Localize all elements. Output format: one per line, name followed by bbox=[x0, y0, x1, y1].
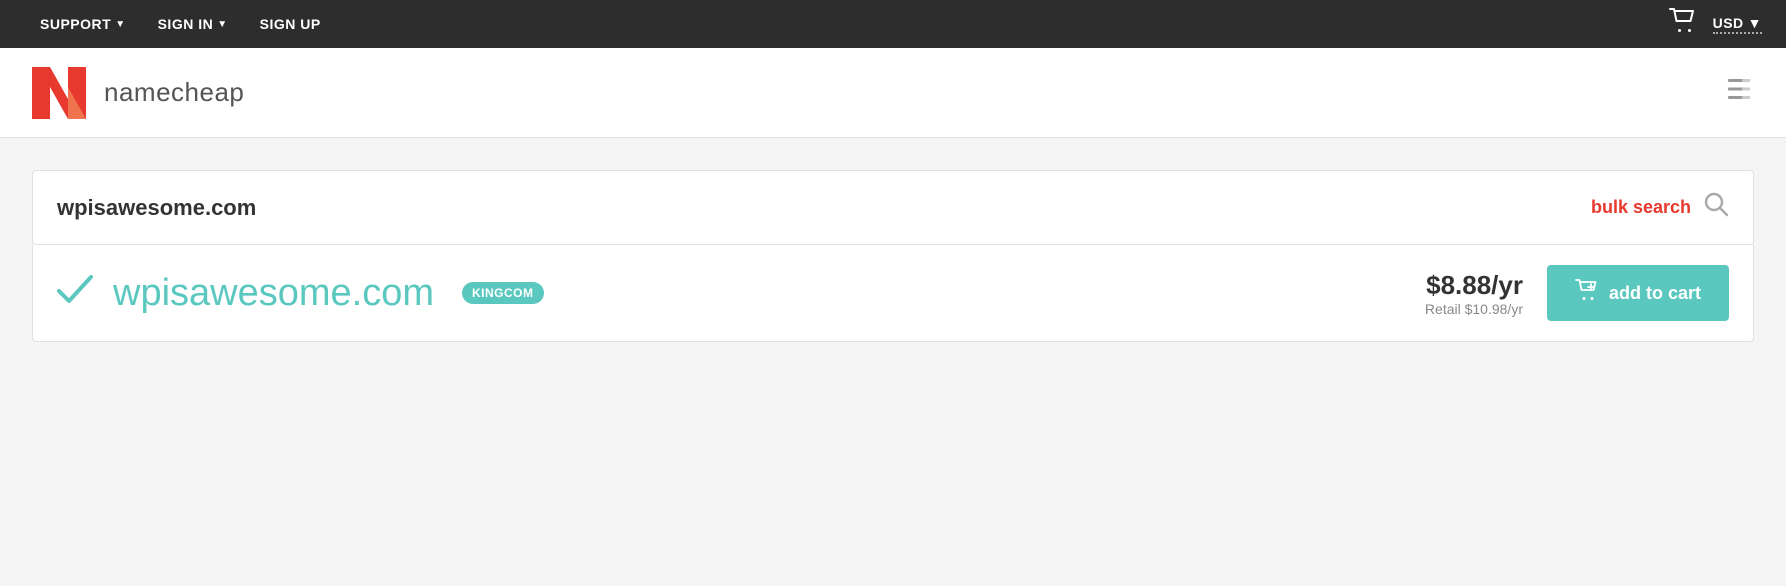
top-nav-left: SUPPORT ▼ SIGN IN ▼ SIGN UP bbox=[24, 16, 337, 32]
support-chevron-icon: ▼ bbox=[115, 19, 125, 30]
result-left: wpisawesome.com KINGCOM bbox=[57, 272, 544, 315]
result-row: wpisawesome.com KINGCOM $8.88/yr Retail … bbox=[32, 245, 1754, 342]
cart-btn-icon bbox=[1575, 279, 1599, 307]
add-to-cart-label: add to cart bbox=[1609, 283, 1701, 304]
kingcom-badge: KINGCOM bbox=[462, 282, 544, 304]
top-nav-right: USD ▼ bbox=[1669, 8, 1762, 40]
signup-label: SIGN UP bbox=[260, 16, 321, 32]
signin-label: SIGN IN bbox=[158, 16, 214, 32]
cart-icon[interactable] bbox=[1669, 8, 1697, 40]
logo-icon bbox=[32, 67, 92, 119]
signup-nav-item[interactable]: SIGN UP bbox=[244, 16, 337, 32]
search-icon-button[interactable] bbox=[1703, 191, 1729, 224]
search-domain-text: wpisawesome.com bbox=[57, 195, 256, 221]
support-label: SUPPORT bbox=[40, 16, 111, 32]
currency-selector[interactable]: USD ▼ bbox=[1713, 15, 1762, 34]
currency-chevron-icon: ▼ bbox=[1748, 15, 1762, 31]
site-header: namecheap bbox=[0, 48, 1786, 138]
result-right: $8.88/yr Retail $10.98/yr add to cart bbox=[1425, 265, 1729, 321]
signin-nav-item[interactable]: SIGN IN ▼ bbox=[142, 16, 244, 32]
currency-label: USD bbox=[1713, 15, 1744, 31]
price-retail: Retail $10.98/yr bbox=[1425, 301, 1523, 317]
price-block: $8.88/yr Retail $10.98/yr bbox=[1425, 270, 1523, 317]
support-nav-item[interactable]: SUPPORT ▼ bbox=[24, 16, 142, 32]
search-box: wpisawesome.com bulk search bbox=[32, 170, 1754, 245]
signin-chevron-icon: ▼ bbox=[217, 19, 227, 30]
available-check-icon bbox=[57, 273, 93, 313]
main-content: wpisawesome.com bulk search wpisawesome.… bbox=[0, 138, 1786, 342]
logo-text: namecheap bbox=[104, 77, 244, 108]
price-main: $8.88/yr bbox=[1425, 270, 1523, 301]
top-nav: SUPPORT ▼ SIGN IN ▼ SIGN UP USD ▼ bbox=[0, 0, 1786, 48]
logo-wrap: namecheap bbox=[32, 67, 244, 119]
bulk-search-link[interactable]: bulk search bbox=[1591, 197, 1691, 218]
available-domain-name: wpisawesome.com bbox=[113, 272, 434, 315]
search-right: bulk search bbox=[1591, 191, 1729, 224]
add-to-cart-button[interactable]: add to cart bbox=[1547, 265, 1729, 321]
hamburger-menu-icon[interactable] bbox=[1724, 76, 1754, 109]
